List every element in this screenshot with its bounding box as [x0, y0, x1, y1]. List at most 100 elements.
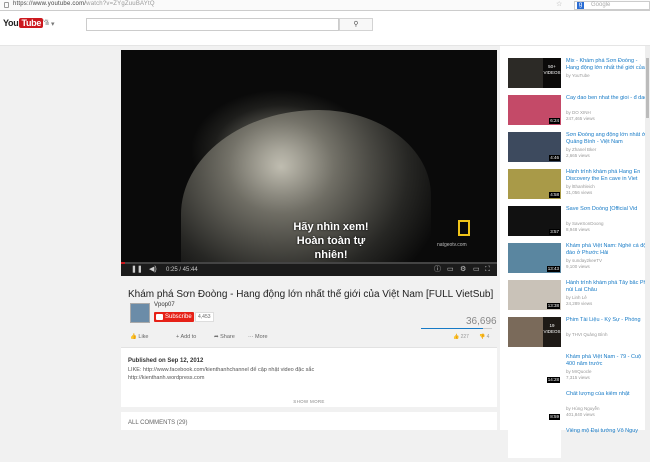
video-frame[interactable]: Hãy nhìn xem! Hoàn toàn tự nhiên! natgeot…	[121, 50, 497, 276]
related-video-item[interactable]: Viếng mộ Đại tướng Võ Nguy	[508, 428, 650, 462]
browser-search-placeholder: Google	[591, 2, 611, 8]
video-thumbnail[interactable]: 14:28	[508, 354, 561, 384]
related-video-title[interactable]: Hành trình khám phá Tây bắc Phố núi Lai …	[566, 280, 650, 294]
url-field[interactable]: https://www.youtube.com/watch?v=ZYgZuuBA…	[13, 1, 155, 7]
video-thumbnail[interactable]: 50+ VIDEOS	[508, 58, 561, 88]
channel-name[interactable]: Vpop07	[154, 302, 175, 308]
natgeo-logo-icon	[458, 220, 470, 236]
description-line-1[interactable]: LIKE: http://www.facebook.com/kienthanhc…	[128, 367, 314, 373]
dislikes-number: 4	[486, 334, 490, 340]
video-duration: 6:24	[549, 118, 560, 124]
related-video-item[interactable]: 4:46 Sơn Đoòng ang động lớn nhất ở Quảng …	[508, 132, 650, 166]
video-watermark: natgeotv.com	[437, 242, 467, 248]
video-duration: 3:57	[549, 229, 560, 235]
related-videos-sidebar: 50+ VIDEOS Mix - Khám phá Sơn Đoòng - Hang…	[500, 46, 650, 458]
related-video-title[interactable]: Khám phá Việt Nam: Nghề cá độc đáo ở Phư…	[566, 243, 650, 257]
video-duration: 13:38	[546, 303, 560, 309]
volume-icon[interactable]: ◀)	[149, 265, 157, 275]
video-thumbnail[interactable]: 4:46	[508, 132, 561, 162]
likes-number: 227	[460, 334, 469, 340]
related-video-channel: by YouTube	[566, 73, 590, 78]
related-video-views: 401,840 views	[566, 412, 595, 417]
google-icon: g	[577, 2, 584, 9]
scrollbar-thumb[interactable]	[646, 58, 649, 118]
playlist-label: VIDEOS	[543, 329, 561, 334]
more-label: More	[255, 334, 268, 340]
video-thumbnail[interactable]: 6:24	[508, 95, 561, 125]
search-input[interactable]	[86, 18, 339, 31]
description-line-2[interactable]: http://kienthanh.wordpress.com	[128, 375, 204, 381]
scrollbar[interactable]	[645, 46, 650, 430]
annotations-icon[interactable]: ▭	[447, 265, 454, 275]
video-thumbnail[interactable]	[508, 428, 561, 458]
channel-avatar[interactable]	[130, 303, 150, 323]
fullscreen-icon[interactable]: ⛶	[485, 265, 490, 275]
comments-header: ALL COMMENTS (29)	[128, 420, 188, 426]
playlist-count-overlay: 19 VIDEOS	[543, 317, 561, 347]
related-video-item[interactable]: 13:38 Hành trình khám phá Tây bắc Phố núi…	[508, 280, 650, 314]
subscribe-label: Subscribe	[165, 314, 192, 320]
video-thumbnail[interactable]: 3:57	[508, 206, 561, 236]
youtube-play-icon	[156, 314, 163, 320]
video-thumbnail[interactable]: 4:58	[508, 169, 561, 199]
bookmark-star-icon[interactable]: ☆	[556, 0, 562, 8]
related-video-title[interactable]: Khám phá Việt Nam - 79 - Cuộ 400 năm trư…	[566, 354, 650, 368]
playlist-label: VIDEOS	[543, 70, 561, 75]
related-video-title[interactable]: Save Sơn Doòng [Official Vid	[566, 206, 650, 213]
add-to-action[interactable]: + Add to	[176, 334, 196, 340]
related-video-views: 24,289 views	[566, 301, 593, 306]
related-video-item[interactable]: 19 VIDEOS Phim Tài Liệu - Ký Sự - Phóng by …	[508, 317, 650, 351]
related-video-channel: by SaveSonDoong	[566, 221, 604, 226]
related-video-channel: by sunday2keeTV	[566, 258, 603, 263]
browser-search-box[interactable]: g Google	[574, 1, 650, 10]
related-video-channel: by ltthanhleich	[566, 184, 595, 189]
info-icon[interactable]: ⓘ	[434, 265, 441, 275]
related-video-channel: by MrQuocle	[566, 369, 592, 374]
magnifier-icon: ⚲	[353, 21, 359, 28]
video-thumbnail[interactable]: 8:59	[508, 391, 561, 421]
related-video-title[interactable]: Mix - Khám phá Sơn Đoòng - Hang động lớn…	[566, 58, 650, 72]
video-thumbnail[interactable]: 13:38	[508, 280, 561, 310]
related-video-title[interactable]: Hành trình khám phá Hang Én Discovery th…	[566, 169, 650, 183]
video-thumbnail[interactable]: 19 VIDEOS	[508, 317, 561, 347]
subtitle-line-1: Hãy nhìn xem!	[293, 221, 369, 233]
related-video-item[interactable]: 50+ VIDEOS Mix - Khám phá Sơn Đoòng - Hang…	[508, 58, 650, 92]
related-video-item[interactable]: 8:59 Chất lượng của kiếm nhật by Hùng Nguy…	[508, 391, 650, 425]
related-video-item[interactable]: 6:24 Cay dao ben nhat the gioi - đ dao by …	[508, 95, 650, 129]
subscriber-count: 4,453	[195, 312, 214, 322]
progress-bar[interactable]	[121, 262, 497, 264]
youtube-logo[interactable]: You Tube VN	[3, 18, 48, 30]
video-thumbnail[interactable]: 13:43	[508, 243, 561, 273]
likes-count[interactable]: 👍 227	[453, 334, 469, 340]
share-action[interactable]: ➦ Share	[214, 334, 235, 340]
more-action[interactable]: ··· More	[248, 334, 268, 340]
related-video-channel: by Zhanel Bker	[566, 147, 597, 152]
show-more-button[interactable]: SHOW MORE	[121, 399, 497, 404]
like-label: Like	[138, 334, 149, 340]
related-video-item[interactable]: 4:58 Hành trình khám phá Hang Én Discover…	[508, 169, 650, 203]
settings-gear-icon[interactable]: ⚙	[460, 265, 466, 275]
related-video-title[interactable]: Viếng mộ Đại tướng Võ Nguy	[566, 428, 650, 435]
dislikes-count[interactable]: 👎 4	[479, 334, 489, 340]
related-video-item[interactable]: 3:57 Save Sơn Doòng [Official Vid by SaveS…	[508, 206, 650, 240]
related-video-item[interactable]: 13:43 Khám phá Việt Nam: Nghề cá độc đáo …	[508, 243, 650, 277]
related-video-channel: by THVI Quảng Bình	[566, 332, 608, 337]
like-action[interactable]: 👍 Like	[130, 334, 148, 340]
video-subtitle: Hãy nhìn xem! Hoàn toàn tự nhiên!	[281, 220, 381, 262]
progress-fill	[121, 262, 125, 264]
related-video-title[interactable]: Sơn Đoòng ang động lớn nhất ở Quảng Bình…	[566, 132, 650, 146]
description-panel: Published on Sep 12, 2012 LIKE: http://w…	[121, 347, 497, 407]
related-video-title[interactable]: Phim Tài Liệu - Ký Sự - Phóng	[566, 317, 650, 324]
url-host: https://www.youtube.com/	[13, 1, 87, 7]
pause-icon[interactable]: ❚❚	[131, 265, 143, 275]
like-ratio-fill	[421, 328, 483, 329]
related-video-item[interactable]: 14:28 Khám phá Việt Nam - 79 - Cuộ 400 nă…	[508, 354, 650, 388]
related-video-title[interactable]: Cay dao ben nhat the gioi - đ dao	[566, 95, 650, 102]
theater-mode-icon[interactable]: ▭	[473, 265, 480, 275]
related-video-title[interactable]: Chất lượng của kiếm nhật	[566, 391, 650, 398]
subscribe-button[interactable]: Subscribe	[154, 312, 194, 322]
video-player[interactable]: Hãy nhìn xem! Hoàn toàn tự nhiên! natgeot…	[121, 50, 497, 276]
guide-menu-icon[interactable]: ≡ ▾	[45, 20, 55, 28]
search-button[interactable]: ⚲	[339, 18, 373, 31]
video-duration: 8:59	[549, 414, 560, 420]
